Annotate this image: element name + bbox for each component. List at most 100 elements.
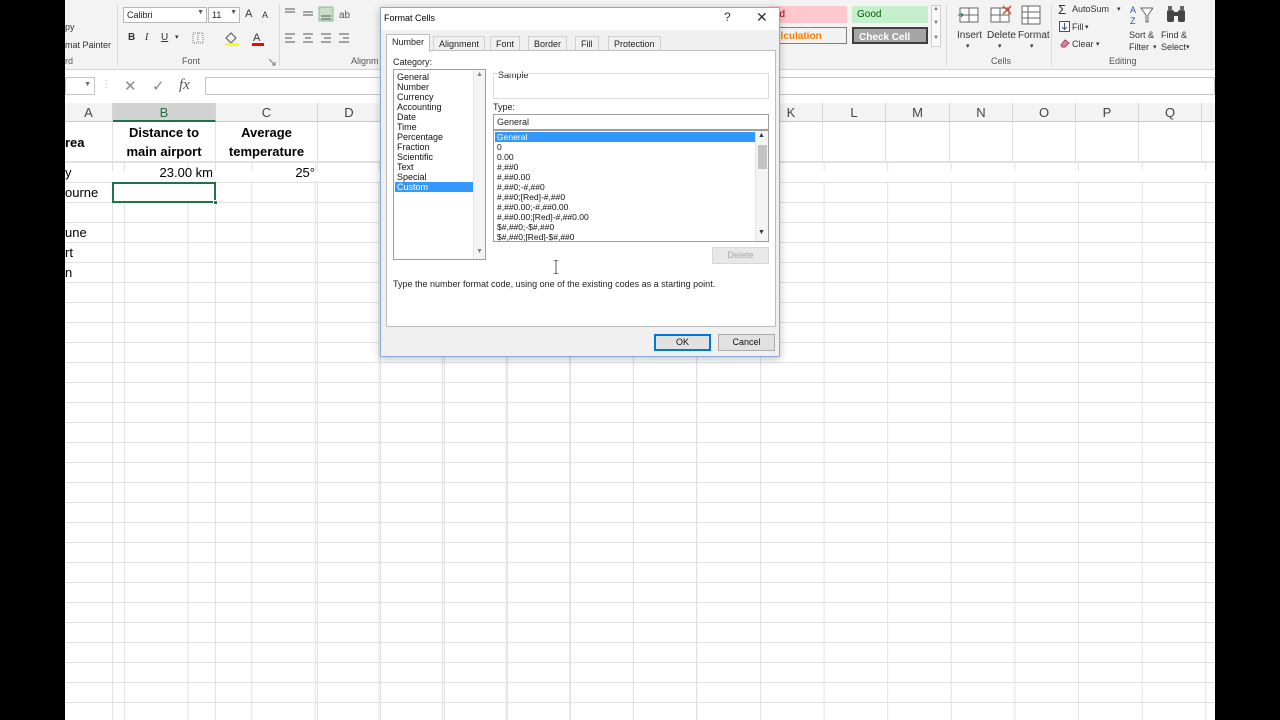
chevron-down-icon[interactable]: ▼ [476,248,483,255]
font-size-combo[interactable]: 11 ▼ [208,7,240,23]
chevron-up-icon[interactable]: ▲ [758,132,765,139]
chevron-down-icon[interactable]: ▾ [1085,23,1089,31]
format-code-item[interactable]: #,##0.00;[Red]-#,##0.00 [495,212,755,222]
tab-protection[interactable]: Protection [608,36,661,51]
column-header[interactable]: P [1076,103,1139,122]
format-code-list[interactable]: General 0 0.00 #,##0 #,##0.00 #,##0;-#,#… [493,130,769,242]
category-item[interactable]: Currency [395,92,473,102]
cell-b2[interactable]: 23.00 km [113,163,213,182]
category-list[interactable]: General Number Currency Accounting Date … [393,69,486,260]
styles-gallery-scroll[interactable]: ▲ ▼ ▼ [931,5,941,47]
format-code-item[interactable]: #,##0;-#,##0 [495,182,755,192]
cell-a1[interactable]: rea [65,133,85,152]
cell-a2[interactable]: y [65,163,72,182]
format-code-item-selected[interactable]: General [495,132,755,142]
cell-c2[interactable]: 25° [216,163,315,182]
help-button[interactable]: ? [724,10,731,24]
tab-number[interactable]: Number [386,34,431,52]
style-good[interactable]: Good [852,6,928,23]
delete-cells-icon[interactable] [989,4,1013,26]
underline-button[interactable]: U [161,32,168,43]
category-item[interactable]: Time [395,122,473,132]
chevron-down-icon[interactable]: ▼ [933,20,939,26]
eraser-icon[interactable] [1059,38,1070,48]
horizontal-align-icons[interactable] [283,32,363,46]
cell-b1-line2[interactable]: main airport [113,142,215,161]
category-item[interactable]: Number [395,82,473,92]
category-item[interactable]: Text [395,162,473,172]
column-header[interactable]: B [113,103,216,122]
cancel-button[interactable]: Cancel [718,334,775,351]
active-cell-b3[interactable] [112,182,218,205]
category-item-selected[interactable]: Custom [395,182,473,192]
chevron-down-icon[interactable]: ▼ [197,9,204,16]
format-list-scrollbar[interactable]: ▲ ▼ [755,131,768,241]
category-item[interactable]: Accounting [395,102,473,112]
increase-font-size-button[interactable]: A [245,8,252,20]
clear-button[interactable]: Clear [1072,39,1094,49]
chevron-down-icon[interactable]: ▼ [230,9,237,16]
chevron-down-icon[interactable]: ▾ [175,33,179,41]
cell-b1-line1[interactable]: Distance to [113,123,215,142]
font-name-combo[interactable]: Calibri ▼ [123,7,207,23]
insert-button[interactable]: Insert [957,30,982,41]
column-header[interactable]: C [216,103,318,122]
chevron-up-icon[interactable]: ▲ [933,6,939,12]
fill-handle[interactable] [213,200,218,205]
fill-button[interactable]: Fill [1072,22,1084,32]
insert-function-button[interactable]: fx [179,77,190,95]
binoculars-icon[interactable] [1164,4,1188,26]
cancel-entry-icon[interactable]: ✕ [124,77,137,95]
category-scrollbar[interactable]: ▲ ▼ [473,70,485,259]
cell-c1-line1[interactable]: Average [216,123,317,142]
scrollbar-thumb[interactable] [758,145,767,169]
decrease-font-size-button[interactable]: A [262,10,268,20]
format-code-item[interactable]: 0 [495,142,755,152]
category-item[interactable]: Scientific [395,152,473,162]
type-input[interactable]: General [493,114,769,130]
style-check-cell[interactable]: Check Cell [852,27,928,44]
category-item[interactable]: Date [395,112,473,122]
format-code-item[interactable]: #,##0;[Red]-#,##0 [495,192,755,202]
fill-color-icon[interactable] [223,30,245,46]
find-select-label-2[interactable]: Select [1161,42,1186,52]
style-bad[interactable]: ad [769,6,847,23]
format-code-item[interactable]: $#,##0;-$#,##0 [495,222,755,232]
format-painter-button[interactable]: mat Painter [65,40,111,50]
borders-icon[interactable] [192,32,208,44]
format-code-item[interactable]: $#,##0;[Red]-$#,##0 [495,232,755,241]
style-calculation[interactable]: alculation [769,27,847,44]
chevron-down-icon[interactable]: ▾ [966,42,970,50]
category-item[interactable]: Fraction [395,142,473,152]
tab-alignment[interactable]: Alignment [433,36,486,51]
vertical-align-icons[interactable]: ab [283,6,363,22]
format-button[interactable]: Format [1018,30,1050,41]
column-header[interactable]: Q [1139,103,1202,122]
category-item[interactable]: Special [395,172,473,182]
format-cells-icon[interactable] [1020,4,1044,26]
chevron-down-icon[interactable]: ▾ [1186,43,1190,51]
cell-a3[interactable]: ourne [65,183,98,202]
autosum-icon[interactable]: Σ [1058,2,1066,17]
font-color-icon[interactable]: A [250,30,268,46]
column-header[interactable]: A [65,103,113,122]
chevron-down-icon[interactable]: ▾ [1030,42,1034,50]
sort-filter-icon[interactable]: A Z [1129,4,1153,26]
name-box[interactable]: ▼ [65,77,95,95]
sort-filter-label-2[interactable]: Filter [1129,42,1149,52]
confirm-entry-icon[interactable]: ✓ [152,77,165,95]
cell-a5[interactable]: une [65,223,87,242]
insert-cells-icon[interactable] [958,4,982,26]
format-code-item[interactable]: #,##0 [495,162,755,172]
chevron-down-icon[interactable]: ▾ [1117,5,1121,13]
delete-button[interactable]: Delete [987,30,1016,41]
sort-filter-label-1[interactable]: Sort & [1129,30,1154,40]
autosum-button[interactable]: AutoSum [1072,4,1109,14]
delete-format-button[interactable]: Delete [712,247,769,264]
column-header[interactable]: M [886,103,950,122]
more-styles-icon[interactable]: ▼ [933,35,939,41]
dialog-titlebar[interactable]: Format Cells ? ✕ [381,8,779,30]
chevron-down-icon[interactable]: ▾ [1096,40,1100,48]
tab-border[interactable]: Border [528,36,568,51]
chevron-down-icon[interactable]: ▼ [758,229,765,236]
